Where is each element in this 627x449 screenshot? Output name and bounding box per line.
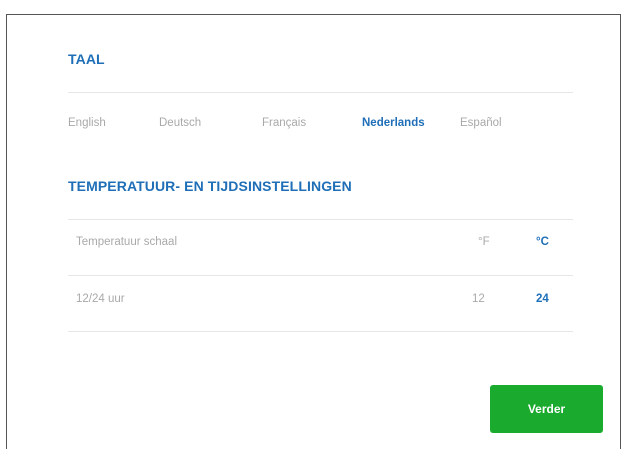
next-button[interactable]: Verder [490,385,603,433]
panel-border-top [6,14,621,15]
settings-divider-middle [68,275,573,276]
language-option-deutsch[interactable]: Deutsch [159,117,201,129]
time-format-option-24[interactable]: 24 [536,293,549,305]
language-divider [68,92,573,93]
panel-border-right [620,14,621,449]
time-format-option-12[interactable]: 12 [472,293,485,305]
settings-section-title: TEMPERATUUR- EN TIJDSINSTELLINGEN [68,178,352,194]
language-option-nederlands[interactable]: Nederlands [362,117,425,129]
language-option-francais[interactable]: Français [262,117,306,129]
time-format-label: 12/24 uur [76,293,125,305]
language-option-english[interactable]: English [68,117,106,129]
language-option-espanol[interactable]: Español [460,117,502,129]
panel-border-left [6,14,7,449]
temperature-option-celsius[interactable]: °C [536,236,549,248]
language-section-title: TAAL [68,51,105,67]
settings-divider-bottom [68,331,573,332]
settings-panel: TAAL English Deutsch Français Nederlands… [0,0,627,449]
settings-divider-top [68,219,573,220]
temperature-scale-label: Temperatuur schaal [76,236,177,248]
temperature-option-fahrenheit[interactable]: °F [478,236,490,248]
